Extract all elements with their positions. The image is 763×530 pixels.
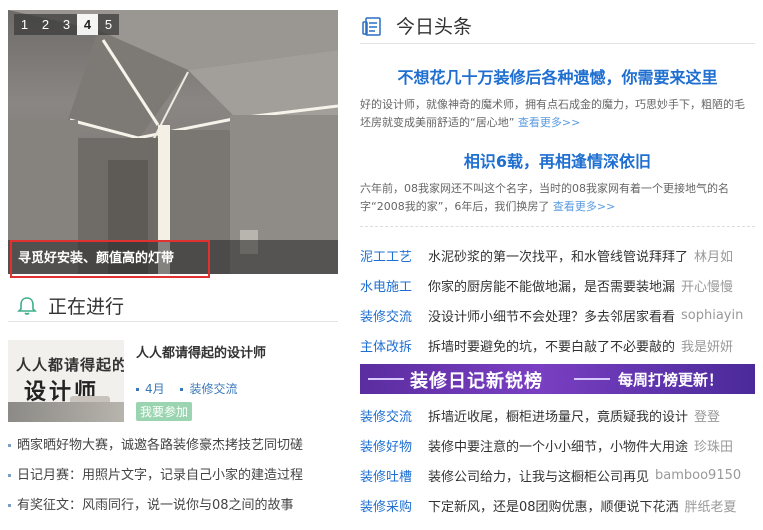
row-title[interactable]: 装修公司给力，让我与这橱柜公司再见	[428, 466, 649, 485]
row-author[interactable]: sophiayin	[681, 308, 743, 323]
row-author[interactable]: 我是妍妍	[681, 336, 733, 355]
row-title[interactable]: 拆墙近收尾，橱柜进场量尺，竟质疑我的设计	[428, 406, 688, 425]
slider-dot-3[interactable]: 3	[56, 14, 77, 35]
row-author[interactable]: bamboo9150	[655, 468, 741, 483]
bell-icon	[17, 296, 37, 315]
list-row: 装修交流 拆墙近收尾，橱柜进场量尺，竟质疑我的设计 登登	[360, 400, 755, 430]
row-author[interactable]: 开心慢慢	[681, 276, 733, 295]
list-row: 装修吐槽 装修公司给力，让我与这橱柜公司再见 bamboo9150	[360, 460, 755, 490]
ongoing-feature: 人人都请得起的 设计师 人人都请得起的设计师 4月 装修交流 我要参加	[8, 338, 338, 422]
headline-list-a: 泥工工艺 水泥砂浆的第一次找平，和水管线管说拜拜了 林月如 水电施工 你家的厨房…	[360, 240, 755, 360]
row-category[interactable]: 装修好物	[360, 436, 428, 455]
slider-dot-4[interactable]: 4	[77, 14, 98, 35]
image-slider[interactable]: 1 2 3 4 5	[8, 10, 338, 274]
row-title[interactable]: 没设计师小细节不会处理？多去邻居家看看	[428, 306, 675, 325]
row-category[interactable]: 装修采购	[360, 496, 428, 515]
row-category[interactable]: 主体改拆	[360, 336, 428, 355]
diary-ranking-banner[interactable]: 装修日记新锐榜 每周打榜更新！	[360, 364, 755, 394]
banner-left-text: 装修日记新锐榜	[410, 371, 543, 392]
row-author[interactable]: 胖纸老夏	[685, 496, 737, 515]
story-headline[interactable]: 相识6载，再相逢情深依旧	[360, 148, 755, 172]
row-title[interactable]: 你家的厨房能不能做地漏，是否需要装地漏	[428, 276, 675, 295]
ongoing-title: 正在进行	[48, 296, 125, 318]
join-button[interactable]: 我要参加	[136, 402, 193, 421]
story-summary: 好的设计师，就像神奇的魔术师，拥有点石成金的魔力，巧思妙手下，粗陋的毛坯房就变成…	[360, 96, 755, 132]
ceiling-light-photo	[8, 10, 338, 274]
list-item-text: 晒家晒好物大赛，诚邀各路装修豪杰拷技艺同切磋	[17, 438, 304, 453]
headline-story-2: 相识6载，再相逢情深依旧 六年前，08我家网还不叫这个名字，当时的08我家网有着…	[360, 148, 755, 216]
row-category[interactable]: 装修吐槽	[360, 466, 428, 485]
banner-arrow-left	[368, 378, 404, 380]
ongoing-header: 正在进行	[8, 290, 338, 322]
list-item[interactable]: 有奖征文：风雨同行，说一说你与08之间的故事	[8, 494, 338, 524]
headline-list-b: 装修交流 拆墙近收尾，橱柜进场量尺，竟质疑我的设计 登登 装修好物 装修中要注意…	[360, 400, 755, 520]
row-author[interactable]: 珍珠田	[694, 436, 733, 455]
row-author[interactable]: 登登	[694, 406, 720, 425]
row-author[interactable]: 林月如	[694, 246, 733, 265]
row-title[interactable]: 拆墙时要避免的坑，不要白敲了不必要敲的	[428, 336, 675, 355]
story-summary: 六年前，08我家网还不叫这个名字，当时的08我家网有着一个更接地气的名字“200…	[360, 180, 755, 216]
row-title[interactable]: 装修中要注意的一个小小细节，小物件大用途	[428, 436, 688, 455]
slider-dot-5[interactable]: 5	[98, 14, 119, 35]
read-more-link[interactable]: 查看更多>>	[518, 116, 580, 129]
list-row: 装修采购 下定新风，还是08团购优惠，顺便说下花洒 胖纸老夏	[360, 490, 755, 520]
slider-caption[interactable]: 寻觅好安装、颜值高的灯带	[10, 240, 210, 278]
ongoing-list: 晒家晒好物大赛，诚邀各路装修豪杰拷技艺同切磋 日记月赛：用照片文字，记录自己小家…	[8, 434, 338, 524]
feature-month: 4月	[145, 382, 165, 396]
banner-arrow-right	[574, 378, 610, 380]
story-headline[interactable]: 不想花几十万装修后各种遗憾，你需要来这里	[360, 64, 755, 88]
banner-right-text: 每周打榜更新！	[618, 371, 724, 389]
row-category[interactable]: 水电施工	[360, 276, 428, 295]
read-more-link[interactable]: 查看更多>>	[553, 200, 615, 213]
list-row: 水电施工 你家的厨房能不能做地漏，是否需要装地漏 开心慢慢	[360, 270, 755, 300]
list-row: 装修交流 没设计师小细节不会处理？多去邻居家看看 sophiayin	[360, 300, 755, 330]
list-row: 主体改拆 拆墙时要避免的坑，不要白敲了不必要敲的 我是妍妍	[360, 330, 755, 360]
floor-graphic	[8, 402, 124, 422]
dashed-divider	[360, 226, 755, 227]
list-item-text: 有奖征文：风雨同行，说一说你与08之间的故事	[17, 498, 294, 513]
list-item[interactable]: 晒家晒好物大赛，诚邀各路装修豪杰拷技艺同切磋	[8, 434, 338, 464]
thumb-line1: 人人都请得起的	[16, 356, 124, 374]
list-item-text: 日记月赛：用照片文字，记录自己小家的建造过程	[17, 468, 304, 483]
headline-story-1: 不想花几十万装修后各种遗憾，你需要来这里 好的设计师，就像神奇的魔术师，拥有点石…	[360, 64, 755, 132]
list-row: 装修好物 装修中要注意的一个小小细节，小物件大用途 珍珠田	[360, 430, 755, 460]
list-row: 泥工工艺 水泥砂浆的第一次找平，和水管线管说拜拜了 林月如	[360, 240, 755, 270]
row-category[interactable]: 装修交流	[360, 406, 428, 425]
slider-dot-1[interactable]: 1	[14, 14, 35, 35]
story-body: 六年前，08我家网还不叫这个名字，当时的08我家网有着一个更接地气的名字“200…	[360, 182, 729, 213]
feature-category: 装修交流	[189, 382, 238, 396]
slider-dot-2[interactable]: 2	[35, 14, 56, 35]
feature-meta: 4月 装修交流	[136, 380, 249, 397]
feature-title[interactable]: 人人都请得起的设计师	[136, 342, 266, 361]
headlines-title: 今日头条	[396, 16, 473, 38]
feature-thumbnail[interactable]: 人人都请得起的 设计师	[8, 340, 124, 422]
row-title[interactable]: 水泥砂浆的第一次找平，和水管线管说拜拜了	[428, 246, 688, 265]
slider-pagination: 1 2 3 4 5	[14, 14, 119, 35]
row-category[interactable]: 装修交流	[360, 306, 428, 325]
row-category[interactable]: 泥工工艺	[360, 246, 428, 265]
headlines-header: 今日头条	[360, 8, 755, 44]
newspaper-icon	[362, 16, 381, 36]
row-title[interactable]: 下定新风，还是08团购优惠，顺便说下花洒	[428, 496, 679, 515]
list-item[interactable]: 日记月赛：用照片文字，记录自己小家的建造过程	[8, 464, 338, 494]
